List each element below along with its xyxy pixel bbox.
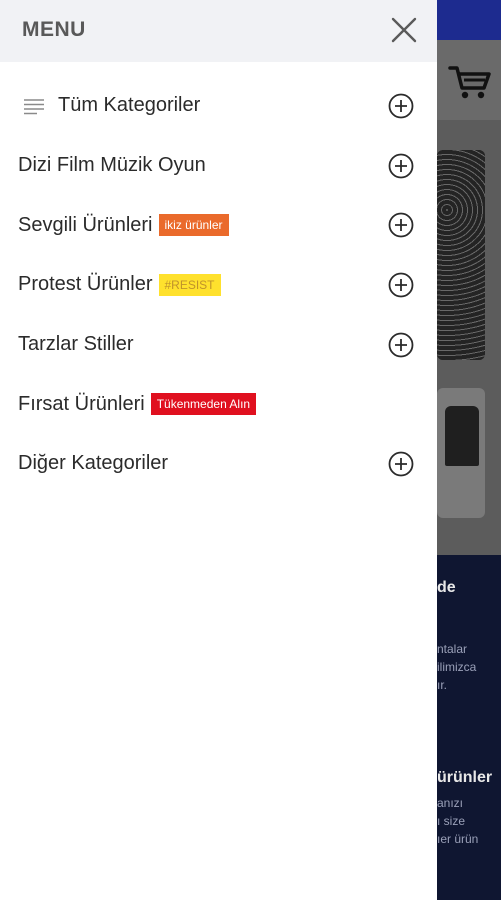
drawer-header: MENU — [0, 0, 437, 62]
menu-item-diger-kategoriler[interactable]: Diğer Kategoriler — [0, 434, 437, 494]
plus-circle-icon[interactable] — [388, 153, 414, 179]
menu-item-label: Dizi Film Müzik Oyun — [18, 154, 206, 177]
badge-tukenmeden-alin: Tükenmeden Alın — [150, 393, 257, 416]
menu-item-label: Diğer Kategoriler — [18, 452, 169, 475]
menu-item-label: Sevgili Ürünleri — [18, 213, 153, 236]
menu-title: MENU — [22, 18, 86, 41]
section-text: ı size — [437, 814, 466, 828]
menu-item-sevgili-urunleri[interactable]: Sevgili Ürünleri ikiz ürünler — [0, 195, 437, 255]
menu-list: Tüm Kategoriler Dizi Film Müzik Oyun Sev… — [0, 76, 437, 494]
section-text: ır. — [437, 678, 448, 692]
menu-item-label: Tüm Kategoriler — [58, 94, 201, 117]
menu-item-label: Fırsat Ürünleri — [18, 392, 145, 415]
section-text: ilimizca — [437, 660, 477, 674]
plus-circle-icon[interactable] — [388, 451, 414, 477]
plus-circle-icon[interactable] — [388, 272, 414, 298]
section-text: ntalar — [437, 642, 468, 656]
close-icon[interactable] — [388, 14, 420, 46]
menu-item-protest-urunler[interactable]: Protest Ürünler #RESIST — [0, 255, 437, 315]
menu-item-tarzlar-stiller[interactable]: Tarzlar Stiller — [0, 315, 437, 375]
section-title: ürünler — [437, 769, 493, 786]
list-icon — [24, 99, 44, 115]
cart-icon[interactable] — [448, 62, 492, 102]
menu-item-tum-kategoriler[interactable]: Tüm Kategoriler — [0, 76, 437, 136]
section-text: anızı — [437, 796, 464, 810]
badge-resist: #RESIST — [158, 273, 221, 296]
badge-ikiz-urunler: ikiz ürünler — [158, 214, 229, 237]
plus-circle-icon[interactable] — [388, 332, 414, 358]
info-section: de ntalar ilimizca ır. ürünler anızı ı s… — [437, 555, 501, 900]
menu-item-label: Tarzlar Stiller — [18, 333, 134, 356]
menu-item-label: Protest Ürünler — [18, 273, 153, 296]
product-card-image[interactable] — [437, 150, 485, 360]
product-card-image[interactable] — [437, 388, 485, 518]
menu-item-firsat-urunleri[interactable]: Fırsat Ürünleri Tükenmeden Alın — [0, 374, 437, 434]
section-title: de — [437, 579, 456, 596]
section-text: ıer ürün — [437, 832, 479, 846]
plus-circle-icon[interactable] — [388, 212, 414, 238]
side-menu-drawer: MENU Tüm Kategoriler Dizi Film Müzik Oyu… — [0, 0, 437, 900]
plus-circle-icon[interactable] — [388, 93, 414, 119]
menu-item-dizi-film-muzik-oyun[interactable]: Dizi Film Müzik Oyun — [0, 136, 437, 196]
